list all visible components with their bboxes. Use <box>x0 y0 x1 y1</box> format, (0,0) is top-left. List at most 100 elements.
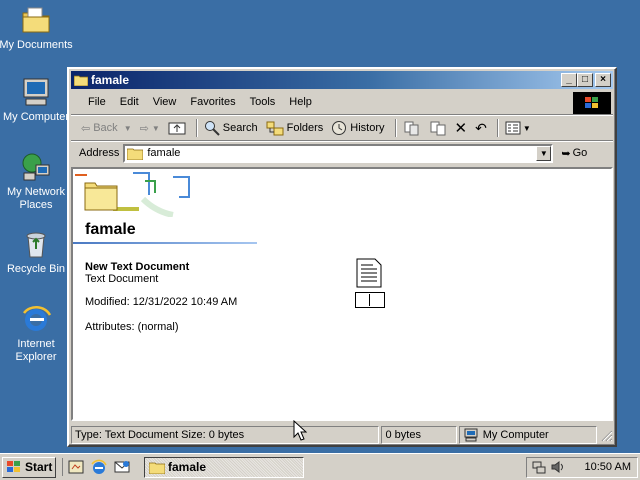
desktop-icon-internet-explorer[interactable]: Internet Explorer <box>0 303 74 364</box>
start-button[interactable]: Start <box>2 456 56 478</box>
up-folder-icon <box>168 122 186 135</box>
minimize-button[interactable]: _ <box>561 73 577 87</box>
desktop-icon-label: My Network Places <box>6 186 66 211</box>
selected-item-name: New Text Document <box>85 261 190 273</box>
standard-toolbar: ⇦ Back ▼ ⇨ ▼ Search Folders History ✕ ↶ … <box>71 116 613 140</box>
outlook-express-icon[interactable] <box>113 458 131 476</box>
folder-title: famale <box>85 221 136 238</box>
move-to-button[interactable] <box>403 120 421 136</box>
explorer-window: famale _ □ × File Edit View Favorites To… <box>67 67 617 447</box>
views-button[interactable]: ▼ <box>505 121 531 135</box>
delete-button[interactable]: ✕ <box>455 119 468 137</box>
show-desktop-icon[interactable] <box>67 458 85 476</box>
status-pane-zone: My Computer <box>458 426 598 444</box>
undo-button[interactable]: ↶ <box>475 120 487 137</box>
toolbar-separator <box>394 119 397 137</box>
title-bar[interactable]: famale _ □ × <box>71 71 613 89</box>
go-arrow-icon: ➥ <box>561 147 571 160</box>
move-to-icon <box>404 121 419 136</box>
forward-arrow-icon: ⇨ <box>139 122 149 135</box>
folder-icon <box>149 462 165 474</box>
recycle-bin-icon <box>26 232 46 258</box>
desktop-icon-label: Recycle Bin <box>6 263 66 275</box>
menu-help[interactable]: Help <box>282 96 319 108</box>
folder-icon <box>74 75 88 86</box>
search-icon <box>204 121 220 136</box>
address-bar: Address famale ▼ ➥ Go <box>71 142 613 164</box>
status-bar: Type: Text Document Size: 0 bytes 0 byte… <box>71 425 613 445</box>
undo-icon: ↶ <box>475 119 487 136</box>
chevron-down-icon: ▼ <box>123 123 132 133</box>
clock[interactable]: 10:50 AM <box>585 461 631 473</box>
back-arrow-icon: ⇦ <box>81 122 91 135</box>
copy-to-button[interactable] <box>429 120 447 136</box>
windows-flag-icon <box>585 97 598 108</box>
close-button[interactable]: × <box>595 73 611 87</box>
menu-edit[interactable]: Edit <box>113 96 146 108</box>
desktop-icon-label: Internet Explorer <box>15 338 57 363</box>
selected-item-attributes: Attributes: (normal) <box>85 321 179 333</box>
my-documents-icon <box>22 7 50 33</box>
copy-to-icon <box>430 121 446 136</box>
address-label: Address <box>79 147 120 159</box>
desktop-icon-network-places[interactable]: My Network Places <box>0 151 74 212</box>
address-dropdown-button[interactable]: ▼ <box>536 145 552 161</box>
maximize-button[interactable]: □ <box>577 73 593 87</box>
folder-content-pane[interactable]: famale New Text Document Text Document M… <box>71 167 613 421</box>
folder-header-art <box>75 172 190 217</box>
desktop-icon-label: My Computer <box>2 111 70 123</box>
status-pane-size: 0 bytes <box>381 426 457 444</box>
desktop-icon-recycle-bin[interactable]: Recycle Bin <box>0 228 74 276</box>
go-button[interactable]: ➥ Go <box>561 147 587 160</box>
taskbar-window-label: famale <box>168 460 207 474</box>
minimize-icon: _ <box>566 74 572 85</box>
toolbar-separator <box>195 119 198 137</box>
menu-favorites[interactable]: Favorites <box>183 96 242 108</box>
menu-tools[interactable]: Tools <box>243 96 283 108</box>
desktop-icon-label: My Documents <box>0 39 73 51</box>
back-button[interactable]: ⇦ Back ▼ <box>81 122 132 135</box>
chevron-down-icon: ▼ <box>522 123 531 133</box>
desktop-icon-my-computer[interactable]: My Computer <box>0 76 74 124</box>
close-icon: × <box>600 74 606 85</box>
file-preview-frame <box>355 292 385 308</box>
history-button[interactable]: History <box>331 120 385 136</box>
history-label: History <box>350 122 385 134</box>
folders-icon <box>266 121 284 136</box>
address-value: famale <box>147 147 181 159</box>
status-zone-text: My Computer <box>482 429 549 441</box>
address-input[interactable]: famale ▼ <box>123 143 554 163</box>
status-info-text: Type: Text Document Size: 0 bytes <box>75 429 245 441</box>
taskbar-window-button[interactable]: famale <box>144 456 304 478</box>
window-title: famale <box>91 73 130 87</box>
search-label: Search <box>222 122 258 134</box>
network-tray-icon[interactable] <box>531 459 547 475</box>
up-folder-button[interactable] <box>168 120 186 136</box>
my-computer-icon <box>464 428 478 442</box>
volume-icon[interactable] <box>550 459 564 475</box>
back-label: Back <box>93 122 118 134</box>
quick-launch <box>62 458 136 476</box>
internet-explorer-icon[interactable] <box>90 458 108 476</box>
system-tray: 10:50 AM <box>526 456 638 478</box>
text-document-icon[interactable] <box>355 257 383 289</box>
folder-icon <box>127 148 144 160</box>
go-label: Go <box>572 147 588 159</box>
windows-flag-icon <box>7 461 20 472</box>
folders-button[interactable]: Folders <box>266 120 323 136</box>
menu-bar: File Edit View Favorites Tools Help <box>71 91 571 113</box>
status-size-text: 0 bytes <box>385 429 421 441</box>
forward-button[interactable]: ⇨ ▼ <box>140 122 160 135</box>
start-label: Start <box>25 460 53 474</box>
views-icon <box>505 121 521 135</box>
desktop-icon-my-documents[interactable]: My Documents <box>0 4 74 52</box>
toolbar-separator <box>496 119 499 137</box>
chevron-down-icon: ▼ <box>151 123 160 133</box>
title-underline <box>73 242 257 244</box>
chevron-down-icon: ▼ <box>539 148 548 158</box>
resize-grip-icon[interactable] <box>599 428 613 442</box>
search-button[interactable]: Search <box>204 120 258 136</box>
menu-file[interactable]: File <box>81 96 113 108</box>
history-icon <box>332 121 347 135</box>
menu-view[interactable]: View <box>146 96 184 108</box>
